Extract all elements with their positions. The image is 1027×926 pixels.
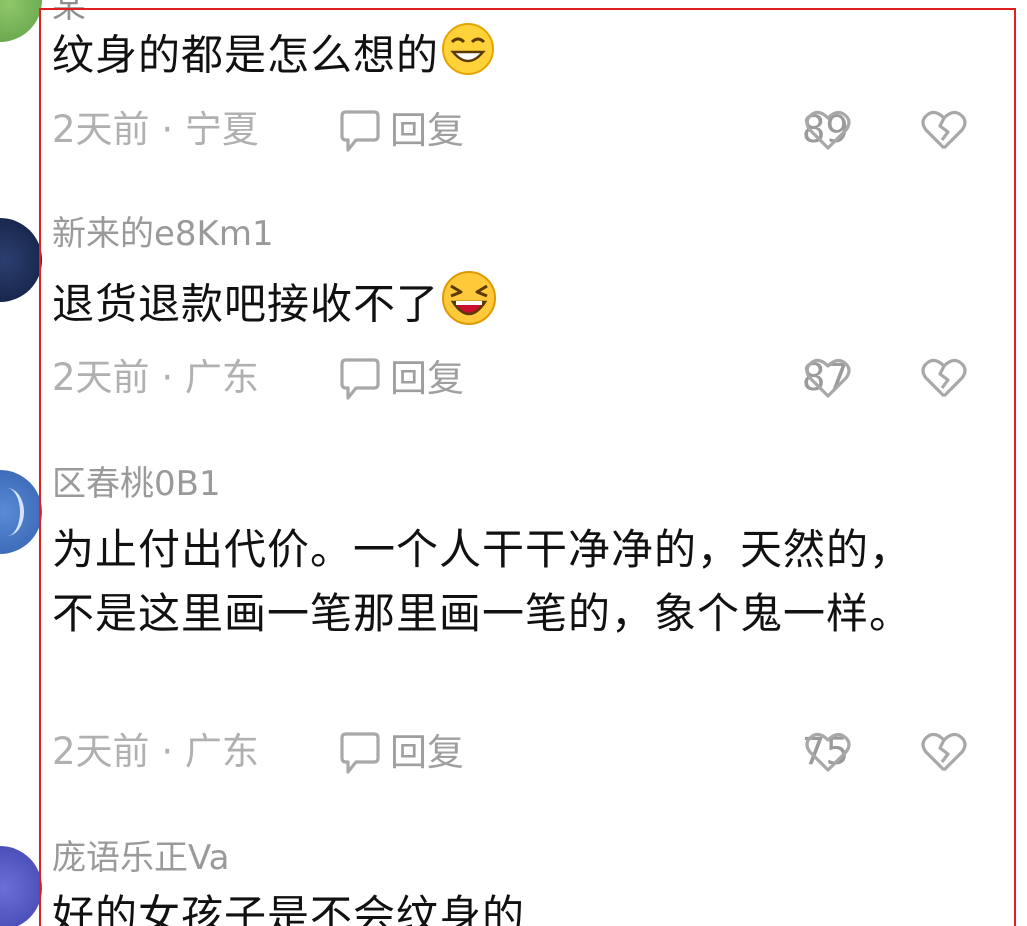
comment-username[interactable]: 新来的e8Km1 — [52, 214, 274, 254]
broken-heart-icon[interactable] — [920, 108, 968, 152]
heart-icon[interactable] — [804, 730, 852, 774]
speech-bubble-icon — [336, 356, 384, 402]
grinning-squint-emoji-icon — [441, 22, 495, 94]
avatar[interactable] — [0, 470, 42, 554]
comment-time: 2天前 — [52, 108, 150, 151]
comment-location: 广东 — [184, 356, 259, 399]
reply-label: 回复 — [390, 109, 464, 152]
laughing-emoji-icon — [441, 270, 497, 344]
avatar[interactable] — [0, 846, 42, 926]
comment-location: 广东 — [184, 730, 259, 773]
heart-icon[interactable] — [804, 356, 852, 400]
reply-button[interactable]: 回复 — [336, 356, 464, 402]
broken-heart-icon[interactable] — [920, 356, 968, 400]
meta-separator: · — [161, 108, 174, 151]
comment-list-page: 某 纹身的都是怎么想的 2天前 · 宁夏 回复 89 新来的e8Km1 退货退款… — [0, 0, 1027, 926]
avatar[interactable] — [0, 0, 42, 42]
comment-username[interactable]: 区春桃0B1 — [52, 464, 221, 504]
speech-bubble-icon — [336, 108, 384, 154]
comment-location: 宁夏 — [184, 108, 259, 151]
speech-bubble-icon — [336, 730, 384, 776]
broken-heart-icon[interactable] — [920, 730, 968, 774]
heart-icon[interactable] — [804, 108, 852, 152]
comment-username[interactable]: 庞语乐正Va — [52, 838, 229, 878]
reply-button[interactable]: 回复 — [336, 108, 464, 154]
comment-content: 退货退款吧接收不了 — [52, 270, 952, 344]
comment-meta: 2天前 · 广东 — [52, 730, 259, 774]
reply-label: 回复 — [390, 357, 464, 400]
reply-button[interactable]: 回复 — [336, 730, 464, 776]
comment-time: 2天前 — [52, 356, 150, 399]
comment-meta: 2天前 · 宁夏 — [52, 108, 259, 152]
comment-content: 好的女孩子是不会纹身的 — [52, 891, 526, 926]
comment-meta: 2天前 · 广东 — [52, 356, 259, 400]
meta-separator: · — [161, 730, 174, 773]
comment-content: 为止付出代价。一个人干干净净的，天然的，不是这里画一笔那里画一笔的，象个鬼一样。 — [52, 525, 913, 638]
avatar[interactable] — [0, 218, 42, 302]
comment-time: 2天前 — [52, 730, 150, 773]
comment-content: 纹身的都是怎么想的 — [52, 22, 952, 94]
meta-separator: · — [161, 356, 174, 399]
reply-label: 回复 — [390, 731, 464, 774]
